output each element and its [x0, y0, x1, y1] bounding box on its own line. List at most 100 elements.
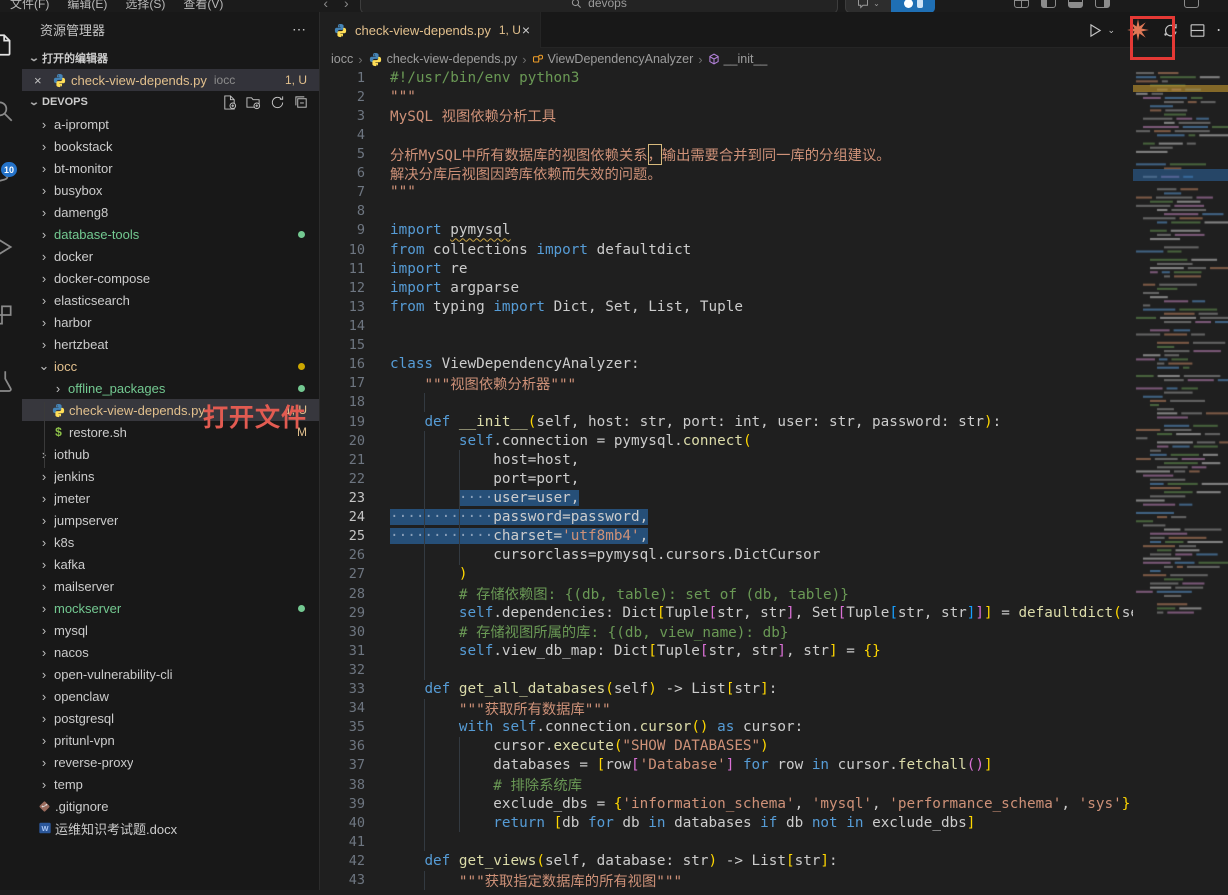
- tree-item-label: hertzbeat: [54, 337, 108, 352]
- copilot-toggle-button[interactable]: [891, 0, 935, 12]
- tree-item-jumpserver[interactable]: ›jumpserver: [22, 509, 319, 531]
- nav-back-icon[interactable]: ‹: [323, 0, 328, 11]
- menu-edit[interactable]: 编辑(E): [67, 0, 107, 12]
- code-line-30: 30 # 存储视图所属的库: {(db, view_name): db}: [321, 622, 1133, 641]
- tree-item-bookstack[interactable]: ›bookstack: [22, 135, 319, 157]
- refresh-icon[interactable]: [270, 95, 285, 110]
- command-center-search[interactable]: devops: [360, 0, 838, 12]
- open-editor-item[interactable]: × check-view-depends.py iocc 1, U: [22, 69, 319, 91]
- tree-item-jmeter[interactable]: ›jmeter: [22, 487, 319, 509]
- tree-item-dameng8[interactable]: ›dameng8: [22, 201, 319, 223]
- explorer-icon[interactable]: [0, 32, 19, 62]
- minimap[interactable]: [1133, 68, 1228, 890]
- tree-item-docker[interactable]: ›docker: [22, 245, 319, 267]
- chat-button[interactable]: ⌄: [845, 0, 891, 12]
- open-editor-folder: iocc: [214, 73, 235, 87]
- tree-item-hertzbeat[interactable]: ›hertzbeat: [22, 333, 319, 355]
- tree-item-offline-packages[interactable]: ›offline_packages: [22, 377, 319, 399]
- collapse-all-icon[interactable]: [294, 95, 309, 110]
- code-line-10: 10from collections import defaultdict: [321, 240, 1133, 259]
- code-line-16: 16class ViewDependencyAnalyzer:: [321, 355, 1133, 374]
- chevron-right-icon: ›: [358, 52, 362, 67]
- tree-item--gitignore[interactable]: .gitignore: [22, 795, 319, 817]
- devops-section-header[interactable]: ⌄ DEVOPS: [22, 91, 319, 113]
- svg-text:W: W: [41, 824, 48, 833]
- tree-item-elasticsearch[interactable]: ›elasticsearch: [22, 289, 319, 311]
- close-icon[interactable]: ×: [34, 73, 52, 88]
- tree-item-nacos[interactable]: ›nacos: [22, 641, 319, 663]
- code-line-29: 29 self.dependencies: Dict[Tuple[str, st…: [321, 603, 1133, 622]
- tree-item-mysql[interactable]: ›mysql: [22, 619, 319, 641]
- tree-item-openclaw[interactable]: ›openclaw: [22, 685, 319, 707]
- menu-selection[interactable]: 选择(S): [125, 0, 165, 12]
- python-file-icon: [333, 23, 348, 38]
- tree-item-mockserver[interactable]: ›mockserver: [22, 597, 319, 619]
- breadcrumb-folder[interactable]: iocc: [331, 52, 353, 66]
- code-line-40: 40 return [db for db in databases if db …: [321, 813, 1133, 832]
- window-restore-icon[interactable]: [1184, 0, 1199, 8]
- tab-close-icon[interactable]: ×: [522, 22, 530, 38]
- tree-item-label: iocc: [54, 359, 77, 374]
- search-view-icon[interactable]: [0, 98, 19, 128]
- tree-item-busybox[interactable]: ›busybox: [22, 179, 319, 201]
- code-line-41: 41: [321, 832, 1133, 851]
- run-debug-icon[interactable]: [0, 234, 19, 264]
- tree-item-label: .gitignore: [55, 799, 108, 814]
- chevron-right-icon: ›: [36, 535, 52, 550]
- tab-check-view-depends[interactable]: check-view-depends.py 1, U ×: [321, 12, 541, 48]
- tree-item-label: offline_packages: [68, 381, 165, 396]
- tree-item-bt-monitor[interactable]: ›bt-monitor: [22, 157, 319, 179]
- tree-item-label: jenkins: [54, 469, 94, 484]
- chevron-right-icon: ›: [36, 337, 52, 352]
- tree-item-label: jmeter: [54, 491, 90, 506]
- menu-file[interactable]: 文件(F): [10, 0, 49, 12]
- tree-item--docx[interactable]: W运维知识考试题.docx: [22, 817, 319, 839]
- tree-item-label: harbor: [54, 315, 92, 330]
- toggle-sidebar-icon[interactable]: [1041, 0, 1056, 8]
- chevron-right-icon: ›: [36, 469, 52, 484]
- tree-item-label: pritunl-vpn: [54, 733, 115, 748]
- run-dropdown-icon[interactable]: ⌄: [1107, 25, 1115, 36]
- customize-layout-icon[interactable]: [1014, 0, 1029, 8]
- tree-item-docker-compose[interactable]: ›docker-compose: [22, 267, 319, 289]
- editor-more-actions-icon[interactable]: ⋯: [1216, 20, 1222, 40]
- run-python-icon[interactable]: [1086, 22, 1103, 39]
- sidebar-title: 资源管理器: [40, 20, 105, 39]
- tree-item-postgresql[interactable]: ›postgresql: [22, 707, 319, 729]
- new-folder-icon[interactable]: [246, 95, 261, 110]
- tree-item-temp[interactable]: ›temp: [22, 773, 319, 795]
- new-file-icon[interactable]: [222, 95, 237, 110]
- tree-item-jenkins[interactable]: ›jenkins: [22, 465, 319, 487]
- nav-forward-icon[interactable]: ›: [344, 0, 349, 11]
- test-beaker-icon[interactable]: [0, 368, 19, 398]
- tree-item-harbor[interactable]: ›harbor: [22, 311, 319, 333]
- chevron-down-icon: ⌄: [23, 97, 45, 108]
- tree-item-pritunl-vpn[interactable]: ›pritunl-vpn: [22, 729, 319, 751]
- tree-item-kafka[interactable]: ›kafka: [22, 553, 319, 575]
- tree-item-label: dameng8: [54, 205, 108, 220]
- tree-item-open-vulnerability-cli[interactable]: ›open-vulnerability-cli: [22, 663, 319, 685]
- code-line-9: 9import pymysql: [321, 221, 1133, 240]
- python-file-icon: [50, 403, 67, 418]
- tree-item-reverse-proxy[interactable]: ›reverse-proxy: [22, 751, 319, 773]
- tree-item-k8s[interactable]: ›k8s: [22, 531, 319, 553]
- code-line-37: 37 databases = [row['Database'] for row …: [321, 756, 1133, 775]
- breadcrumb-class[interactable]: ViewDependencyAnalyzer: [532, 52, 694, 66]
- tree-item-database-tools[interactable]: ›database-tools: [22, 223, 319, 245]
- menu-view[interactable]: 查看(V): [183, 0, 223, 12]
- open-editors-section-header[interactable]: ⌄ 打开的编辑器: [22, 47, 319, 69]
- toggle-panel-icon[interactable]: [1068, 0, 1083, 8]
- code-line-14: 14: [321, 316, 1133, 335]
- explorer-more-actions-icon[interactable]: ⋯: [292, 21, 307, 38]
- code-line-20: 20 self.connection = pymysql.connect(: [321, 431, 1133, 450]
- tree-item-iocc[interactable]: ⌄iocc: [22, 355, 319, 377]
- tree-item-iothub[interactable]: ›iothub: [22, 443, 319, 465]
- breadcrumb-file[interactable]: check-view-depends.py: [368, 52, 518, 67]
- tree-item-mailserver[interactable]: ›mailserver: [22, 575, 319, 597]
- code-editor[interactable]: 1#!/usr/bin/env python32"""3MySQL 视图依赖分析…: [321, 68, 1133, 890]
- split-editor-icon[interactable]: [1189, 22, 1206, 39]
- toggle-secondary-sidebar-icon[interactable]: [1095, 0, 1110, 8]
- breadcrumb-method[interactable]: __init__: [708, 52, 768, 66]
- extensions-icon[interactable]: [0, 302, 19, 332]
- tree-item-a-iprompt[interactable]: ›a-iprompt: [22, 113, 319, 135]
